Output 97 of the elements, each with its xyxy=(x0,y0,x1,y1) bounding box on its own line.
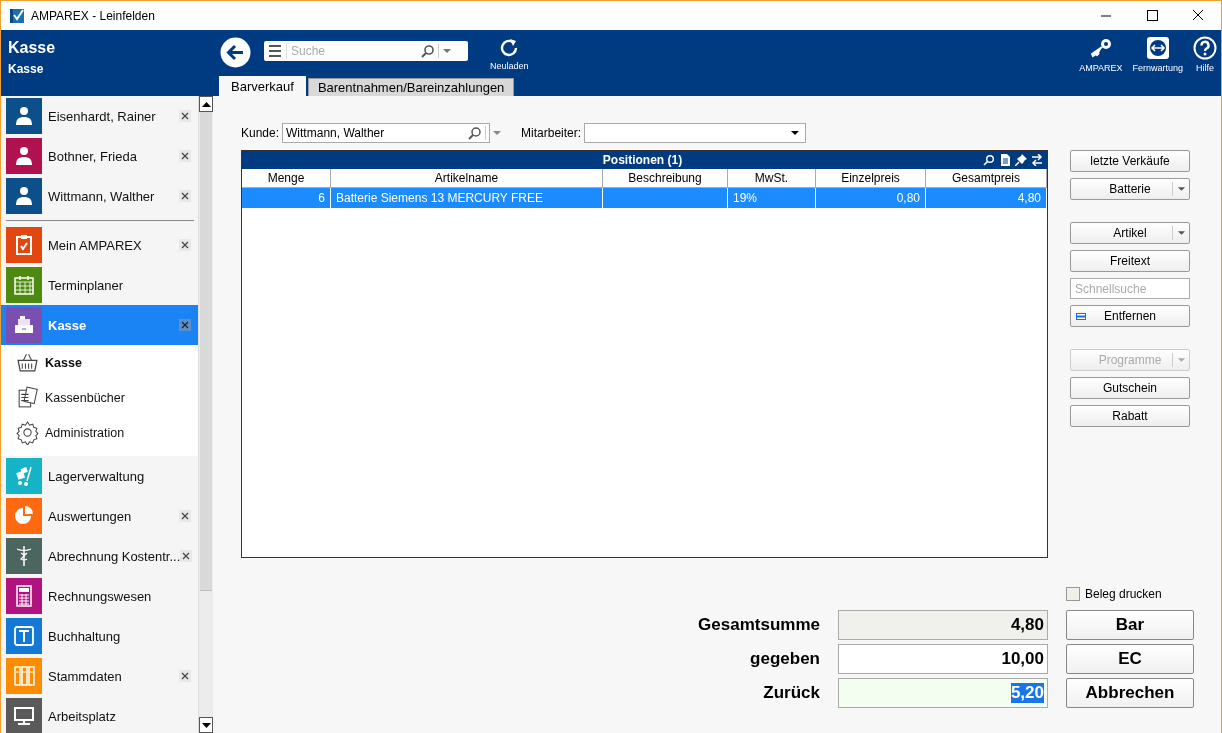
page-subtitle: Kasse xyxy=(8,62,45,76)
calendar-icon xyxy=(12,273,36,297)
checkbox[interactable] xyxy=(1066,587,1080,601)
patient-name: Wittmann, Walther xyxy=(48,188,156,204)
patient-name: Bothner, Frieda xyxy=(48,148,138,164)
tab[interactable]: Barentnahmen/Bareinzahlungen xyxy=(307,78,515,96)
module-label: Rechnungswesen xyxy=(48,588,153,604)
close-icon[interactable] xyxy=(179,670,191,682)
total-label: Gesamtsumme xyxy=(697,614,820,636)
close-icon[interactable] xyxy=(179,319,191,331)
minus-icon xyxy=(1076,313,1086,320)
action-button[interactable]: Gutschein xyxy=(1070,377,1190,399)
action-button[interactable]: letzte Verkäufe xyxy=(1070,150,1190,172)
caret-icon[interactable] xyxy=(790,130,801,136)
total-label: gegeben xyxy=(749,648,820,670)
gear-icon xyxy=(15,420,40,445)
module-label: Abrechnung Kostentr... xyxy=(48,548,181,564)
table-title: Positionen (1) xyxy=(601,153,684,167)
quick-search-field[interactable]: Schnellsuche xyxy=(1070,278,1190,299)
scroll-up-icon[interactable] xyxy=(201,101,211,107)
close-icon[interactable] xyxy=(179,150,191,162)
split-button[interactable]: Artikel xyxy=(1070,222,1190,244)
amount-field[interactable]: 10,00 xyxy=(838,644,1048,674)
module-label: Auswertungen xyxy=(48,508,133,524)
action-button[interactable]: Freitext xyxy=(1070,250,1190,272)
module-label: Lagerverwaltung xyxy=(48,468,146,484)
help-icon xyxy=(1193,36,1217,60)
sidebar-item[interactable]: Mein AMPAREX xyxy=(1,225,198,265)
patient-name: Eisenhardt, Rainer xyxy=(48,108,157,124)
page-title: Kasse xyxy=(8,39,57,57)
sidebar-item[interactable]: Stammdaten xyxy=(1,656,198,696)
table-cell: Batterie Siemens 13 MERCURY FREE xyxy=(331,188,603,208)
payment-button[interactable]: EC xyxy=(1066,644,1194,674)
field-label: Mitarbeiter: xyxy=(521,126,582,140)
sidebar-item[interactable]: Buchhaltung xyxy=(1,616,198,656)
module-label: Stammdaten xyxy=(48,668,123,684)
checkbox-label[interactable]: Beleg drucken xyxy=(1085,587,1162,601)
caret-icon[interactable] xyxy=(1176,230,1186,236)
sidebar-item[interactable]: Rechnungswesen xyxy=(1,576,198,616)
table-cell: 0,80 xyxy=(816,188,926,208)
module-label: Mein AMPAREX xyxy=(48,237,143,253)
change-field: 5,20 xyxy=(838,678,1048,708)
sidebar-item[interactable]: Terminplaner xyxy=(1,265,198,305)
close-icon[interactable] xyxy=(179,239,191,251)
sidebar-item[interactable]: Abrechnung Kostentr... xyxy=(1,536,198,576)
close-icon[interactable] xyxy=(179,190,191,202)
toolbar-button[interactable]: AMPAREX xyxy=(1079,36,1123,73)
search-icon[interactable] xyxy=(468,126,483,140)
table-cell: 6 xyxy=(242,188,331,208)
sidebar-item[interactable]: Eisenhardt, Rainer xyxy=(1,96,198,136)
sidebar-item[interactable]: Lagerverwaltung xyxy=(1,456,198,496)
field-label: Kunde: xyxy=(241,126,280,140)
close-icon[interactable] xyxy=(179,110,191,122)
sidebar-item[interactable]: Bothner, Frieda xyxy=(1,136,198,176)
sidebar-item[interactable]: Auswertungen xyxy=(1,496,198,536)
total-field: 4,80 xyxy=(838,610,1048,640)
window-title: AMPAREX - Leinfelden xyxy=(31,8,155,23)
split-button[interactable]: Batterie xyxy=(1070,178,1190,200)
total-label: Zurück xyxy=(762,682,820,704)
module-label: Buchhaltung xyxy=(48,628,122,644)
search-icon[interactable] xyxy=(983,154,995,166)
payment-button[interactable]: Abbrechen xyxy=(1066,678,1194,708)
toolbar-button[interactable]: Fernwartung xyxy=(1132,36,1183,73)
binders-icon xyxy=(12,664,36,688)
table-cell: 19% xyxy=(728,188,816,208)
sidebar-item[interactable]: Arbeitsplatz xyxy=(1,696,198,733)
remove-button[interactable]: Entfernen xyxy=(1070,305,1190,327)
reload-button[interactable]: Neuladen xyxy=(490,37,529,71)
sidebar-subitem[interactable]: Kasse xyxy=(1,345,198,380)
pin-icon[interactable] xyxy=(1015,154,1027,166)
toolbar-button[interactable]: Hilfe xyxy=(1193,36,1217,73)
caret-icon[interactable] xyxy=(1176,186,1186,192)
close-icon[interactable] xyxy=(180,550,193,562)
app-logo-icon xyxy=(9,7,25,24)
sidebar-subitem[interactable]: Kassenbücher xyxy=(1,380,198,415)
module-label: Arbeitsplatz xyxy=(48,708,117,724)
table-cell: 4,80 xyxy=(926,188,1047,208)
sidebar-item[interactable]: Kasse xyxy=(1,305,198,345)
scrollbar[interactable] xyxy=(198,96,213,733)
payment-button[interactable]: Bar xyxy=(1066,610,1194,640)
swap-icon[interactable] xyxy=(1031,154,1043,166)
scroll-down-icon[interactable] xyxy=(201,722,211,728)
document-icon[interactable] xyxy=(999,154,1011,166)
key-icon xyxy=(1088,36,1113,60)
search-bar[interactable]: Suche xyxy=(264,41,468,61)
tab[interactable]: Barverkauf xyxy=(219,76,306,96)
action-button[interactable]: Rabatt xyxy=(1070,405,1190,427)
module-label: Terminplaner xyxy=(48,277,125,293)
monitor-icon xyxy=(12,704,36,728)
customer-field[interactable]: Wittmann, Walther xyxy=(282,123,491,143)
close-icon[interactable] xyxy=(179,510,191,522)
sidebar-subitem[interactable]: Administration xyxy=(1,415,198,450)
back-icon[interactable] xyxy=(220,37,251,68)
module-label: Kasse xyxy=(48,317,88,333)
t-account-icon xyxy=(12,624,36,648)
search-icon[interactable] xyxy=(421,44,435,58)
sidebar-item[interactable]: Wittmann, Walther xyxy=(1,176,198,216)
